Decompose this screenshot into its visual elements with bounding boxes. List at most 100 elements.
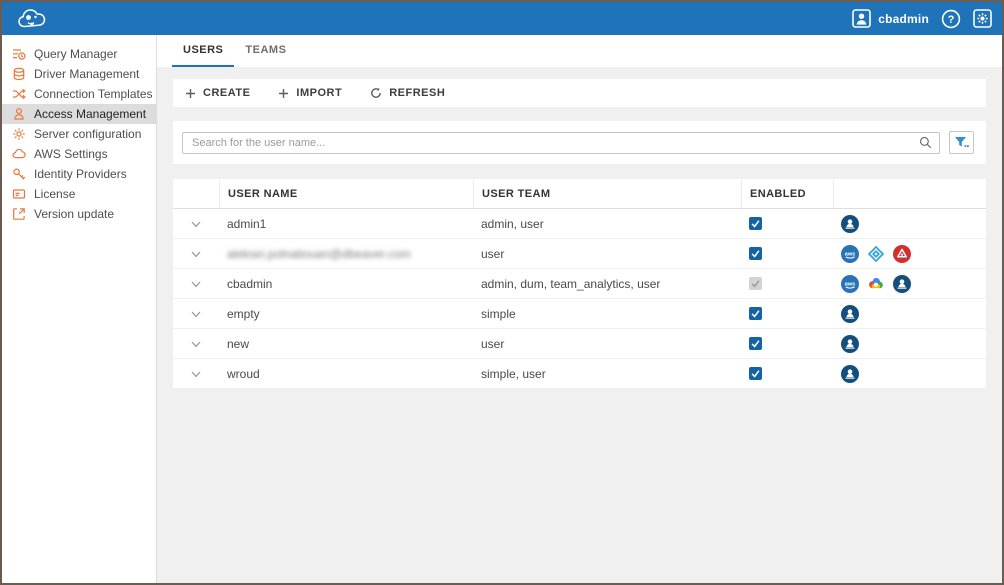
- sidebar-item-driver-management[interactable]: Driver Management: [2, 64, 156, 84]
- enabled-cell: [741, 367, 833, 380]
- table-row[interactable]: emptysimple: [173, 299, 986, 329]
- sso-red-auth-icon: [893, 245, 911, 263]
- sidebar-item-license[interactable]: License: [2, 184, 156, 204]
- expand-chevron-icon[interactable]: [173, 277, 219, 291]
- auth-providers-cell: [833, 305, 986, 323]
- table-row[interactable]: wroudsimple, user: [173, 359, 986, 389]
- enabled-cell: [741, 277, 833, 290]
- local-auth-icon: [841, 335, 859, 353]
- refresh-button-label: REFRESH: [389, 87, 445, 99]
- local-auth-icon: [841, 215, 859, 233]
- table-row[interactable]: admin1admin, user: [173, 209, 986, 239]
- user-team-cell: user: [473, 247, 741, 261]
- expand-chevron-icon[interactable]: [173, 247, 219, 261]
- sidebar-item-server-configuration[interactable]: Server configuration: [2, 124, 156, 144]
- enabled-checkbox[interactable]: [749, 247, 762, 260]
- cloudbeaver-logo[interactable]: [10, 4, 56, 34]
- svg-text:aws: aws: [845, 251, 856, 257]
- create-button[interactable]: CREATE: [185, 87, 250, 99]
- expand-chevron-icon[interactable]: [173, 307, 219, 321]
- user-name-cell: wroud: [219, 367, 473, 381]
- user-team-cell: admin, dum, team_analytics, user: [473, 277, 741, 291]
- sidebar-item-query-manager[interactable]: Query Manager: [2, 44, 156, 64]
- sidebar-item-connection-templates[interactable]: Connection Templates: [2, 84, 156, 104]
- search-box: [182, 132, 940, 154]
- sidebar-item-version-update[interactable]: Version update: [2, 204, 156, 224]
- user-team-cell: user: [473, 337, 741, 351]
- tab-users[interactable]: USERS: [172, 35, 234, 67]
- header-enabled: ENABLED: [741, 179, 833, 208]
- header-username: cbadmin: [878, 12, 929, 26]
- header-auth-column: [833, 179, 986, 208]
- expand-chevron-icon[interactable]: [173, 367, 219, 381]
- tab-teams[interactable]: TEAMS: [234, 35, 297, 67]
- search-icon: [919, 136, 932, 149]
- enabled-checkbox: [749, 277, 762, 290]
- aws-auth-icon: aws: [841, 275, 859, 293]
- table-row[interactable]: aleksei.polnatiouan@dbeaver.comuseraws: [173, 239, 986, 269]
- main-content: USERSTEAMS CREATE IMPORT: [157, 35, 1002, 583]
- enabled-checkbox[interactable]: [749, 217, 762, 230]
- auth-providers-cell: aws: [833, 275, 986, 293]
- search-input[interactable]: [190, 136, 919, 150]
- enabled-checkbox[interactable]: [749, 337, 762, 350]
- sidebar-item-label: Version update: [34, 207, 114, 221]
- refresh-button[interactable]: REFRESH: [370, 87, 445, 99]
- refresh-icon: [370, 87, 382, 99]
- filter-button[interactable]: [949, 131, 974, 154]
- query-manager-icon: [11, 47, 26, 62]
- driver-management-icon: [11, 67, 26, 82]
- header-user-name: USER NAME: [219, 179, 473, 208]
- tab-bar: USERSTEAMS: [157, 35, 1002, 67]
- enabled-cell: [741, 337, 833, 350]
- user-name-cell: cbadmin: [219, 277, 473, 291]
- aws-settings-icon: [11, 147, 26, 162]
- sidebar-item-label: Access Management: [34, 107, 146, 121]
- sidebar-item-label: Identity Providers: [34, 167, 127, 181]
- plus-icon: [278, 88, 289, 99]
- user-name-cell: admin1: [219, 217, 473, 231]
- enabled-cell: [741, 307, 833, 320]
- sidebar: Query Manager Driver Management Connection…: [2, 35, 157, 583]
- sidebar-item-label: Server configuration: [34, 127, 141, 141]
- user-team-cell: simple: [473, 307, 741, 321]
- expand-chevron-icon[interactable]: [173, 337, 219, 351]
- user-menu[interactable]: cbadmin: [852, 9, 929, 28]
- enabled-cell: [741, 217, 833, 230]
- sidebar-item-access-management[interactable]: Access Management: [2, 104, 156, 124]
- sidebar-item-label: Driver Management: [34, 67, 139, 81]
- enabled-checkbox[interactable]: [749, 307, 762, 320]
- create-button-label: CREATE: [203, 87, 250, 99]
- import-button[interactable]: IMPORT: [278, 87, 342, 99]
- access-management-icon: [11, 107, 26, 122]
- auth-providers-cell: [833, 365, 986, 383]
- sidebar-item-label: Connection Templates: [34, 87, 153, 101]
- settings-icon[interactable]: [973, 9, 992, 28]
- user-team-cell: admin, user: [473, 217, 741, 231]
- sidebar-item-label: Query Manager: [34, 47, 117, 61]
- table-row[interactable]: newuser: [173, 329, 986, 359]
- import-button-label: IMPORT: [296, 87, 342, 99]
- user-name-cell: new: [219, 337, 473, 351]
- version-update-icon: [11, 207, 26, 222]
- header-expander-column: [173, 179, 219, 208]
- sidebar-item-identity-providers[interactable]: Identity Providers: [2, 164, 156, 184]
- user-name-cell: empty: [219, 307, 473, 321]
- enabled-checkbox[interactable]: [749, 367, 762, 380]
- sidebar-item-aws-settings[interactable]: AWS Settings: [2, 144, 156, 164]
- expand-chevron-icon[interactable]: [173, 217, 219, 231]
- identity-providers-icon: [11, 167, 26, 182]
- user-avatar-icon: [852, 9, 871, 28]
- help-icon[interactable]: ?: [941, 9, 961, 29]
- local-auth-icon: [841, 365, 859, 383]
- azure-ad-auth-icon: [867, 245, 885, 263]
- license-icon: [11, 187, 26, 202]
- search-panel: [173, 121, 986, 164]
- aws-auth-icon: aws: [841, 245, 859, 263]
- app-header: cbadmin ?: [2, 2, 1002, 35]
- connection-templates-icon: [11, 87, 26, 102]
- header-user-team: USER TEAM: [473, 179, 741, 208]
- toolbar: CREATE IMPORT REFRESH: [173, 79, 986, 107]
- table-row[interactable]: cbadminadmin, dum, team_analytics, user a…: [173, 269, 986, 299]
- server-configuration-icon: [11, 127, 26, 142]
